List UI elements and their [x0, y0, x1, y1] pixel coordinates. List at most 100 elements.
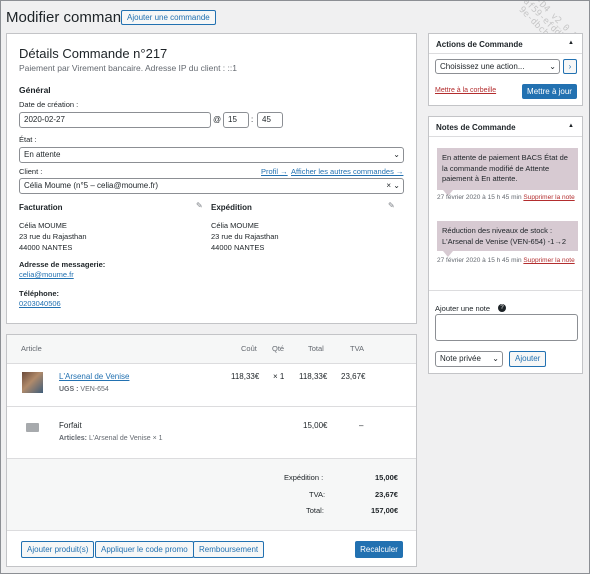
order-actions-panel: Actions de Commande ▲ Choisissez une act…	[428, 33, 583, 106]
divider	[7, 363, 416, 364]
client-label: Client :	[19, 167, 43, 176]
totals-tva-label: TVA:	[309, 490, 326, 499]
order-items-panel: Article Coût Qté Total TVA L'Arsenal de …	[6, 334, 417, 567]
hour-field[interactable]: 15	[223, 112, 249, 128]
totals-shipping-value: 15,00€	[375, 473, 398, 482]
articles-value: L'Arsenal de Venise × 1	[88, 435, 163, 442]
shipping-line-tva: –	[359, 421, 364, 430]
shipping-street: 23 rue du Rajasthan	[211, 232, 279, 241]
col-qty: Qté	[272, 344, 285, 353]
chevron-down-icon: ⌄	[549, 62, 556, 71]
chevron-down-icon: ⌄	[492, 354, 499, 363]
edit-shipping-icon[interactable]: ✎	[388, 201, 395, 210]
refund-button[interactable]: Remboursement	[193, 541, 265, 558]
totals-total-label: Total:	[306, 506, 324, 515]
billing-name: Célia MOUME	[19, 221, 67, 230]
trash-link[interactable]: Mettre à la corbeille	[435, 87, 496, 94]
product-qty: × 1	[273, 372, 285, 381]
col-total: Total	[308, 344, 324, 353]
delete-note-link[interactable]: Supprimer la note	[523, 194, 574, 201]
at-sign: @	[213, 115, 222, 124]
notes-title: Notes de Commande	[436, 123, 516, 132]
email-label: Adresse de messagerie:	[19, 260, 106, 269]
actions-title: Actions de Commande	[436, 40, 523, 49]
edit-billing-icon[interactable]: ✎	[196, 201, 203, 210]
billing-heading: Facturation	[19, 203, 63, 212]
product-total: 118,33€	[299, 372, 328, 381]
order-notes-panel: Notes de Commande ▲ En attente de paieme…	[428, 116, 583, 374]
status-select[interactable]: En attente ⌄	[19, 147, 404, 163]
profile-link[interactable]: Profil →	[261, 167, 288, 176]
clear-icon[interactable]: ×	[386, 179, 391, 193]
add-note-label: Ajouter une note	[435, 304, 491, 313]
add-note-button[interactable]: Ajouter	[509, 351, 547, 367]
email-link[interactable]: celia@moume.fr	[19, 270, 74, 279]
help-icon[interactable]: ?	[498, 304, 506, 312]
action-select-value: Choisissez une action...	[440, 62, 525, 71]
shipping-line-total: 15,00€	[303, 421, 328, 430]
note-item: Réduction des niveaux de stock : L'Arsen…	[437, 221, 578, 251]
shipping-heading: Expédition	[211, 203, 252, 212]
product-thumbnail	[22, 372, 43, 393]
totals-shipping-label: Expédition :	[284, 473, 324, 482]
date-label: Date de création :	[19, 100, 79, 109]
general-heading: Général	[19, 85, 51, 95]
note-meta: 27 février 2020 à 15 h 45 min Supprimer …	[437, 194, 582, 203]
totals-tva-value: 23,67€	[375, 490, 398, 499]
collapse-icon[interactable]: ▲	[568, 123, 574, 129]
shipping-city: 44000 NANTES	[211, 243, 265, 252]
sku-value: VEN-654	[80, 386, 109, 393]
add-products-button[interactable]: Ajouter produit(s)	[21, 541, 95, 558]
divider	[429, 290, 582, 291]
other-orders-link[interactable]: Afficher les autres commandes →	[291, 167, 403, 176]
col-cost: Coût	[241, 344, 257, 353]
client-value: Célia Moume (n°5 – celia@moume.fr)	[24, 181, 159, 190]
update-button[interactable]: Mettre à jour	[522, 84, 577, 99]
divider	[7, 406, 416, 407]
product-cost: 118,33€	[231, 372, 260, 381]
phone-label: Téléphone:	[19, 289, 60, 298]
billing-street: 23 rue du Rajasthan	[19, 232, 87, 241]
product-tva: 23,67€	[341, 372, 366, 381]
order-details-panel: Détails Commande n°217 Paiement par Vire…	[6, 33, 417, 324]
collapse-icon[interactable]: ▲	[568, 40, 574, 46]
delete-note-link[interactable]: Supprimer la note	[523, 257, 574, 264]
apply-action-button[interactable]: ›	[563, 59, 577, 74]
col-article: Article	[21, 344, 42, 353]
note-textarea[interactable]	[435, 314, 578, 341]
recalculate-button[interactable]: Recalculer	[355, 541, 403, 558]
note-item: En attente de paiement BACS État de la c…	[437, 148, 578, 190]
truck-icon	[26, 423, 39, 432]
status-value: En attente	[24, 150, 61, 159]
chevron-down-icon: ⌄	[393, 150, 400, 159]
divider	[7, 530, 416, 531]
add-order-button[interactable]: Ajouter une commande	[121, 10, 216, 25]
note-date: 27 février 2020 à 15 h 45 min	[437, 194, 522, 201]
page-title: Modifier commande	[6, 9, 138, 26]
apply-coupon-button[interactable]: Appliquer le code promo	[95, 541, 194, 558]
phone-link[interactable]: 0203040506	[19, 299, 61, 308]
order-subtitle: Paiement par Virement bancaire. Adresse …	[19, 63, 237, 73]
note-meta: 27 février 2020 à 15 h 45 min Supprimer …	[437, 257, 582, 266]
date-field[interactable]: 2020-02-27	[19, 112, 211, 128]
note-type-select[interactable]: Note privée ⌄	[435, 351, 503, 367]
totals-total-value: 157,00€	[371, 506, 399, 515]
col-tva: TVA	[350, 344, 365, 353]
note-date: 27 février 2020 à 15 h 45 min	[437, 257, 522, 264]
divider	[429, 136, 582, 137]
billing-city: 44000 NANTES	[19, 243, 73, 252]
shipping-name: Célia MOUME	[211, 221, 259, 230]
totals-area	[7, 459, 416, 530]
client-select[interactable]: Célia Moume (n°5 – celia@moume.fr) × ⌄	[19, 178, 404, 194]
minute-field[interactable]: 45	[257, 112, 283, 128]
divider	[429, 53, 582, 54]
status-label: État :	[19, 135, 37, 144]
chevron-down-icon: ⌄	[393, 181, 400, 190]
time-colon: :	[251, 115, 254, 124]
product-name-link[interactable]: L'Arsenal de Venise	[59, 372, 129, 381]
order-title: Détails Commande n°217	[19, 46, 168, 61]
articles-label: Articles:	[59, 435, 88, 442]
note-type-value: Note privée	[440, 354, 481, 363]
action-select[interactable]: Choisissez une action... ⌄	[435, 59, 560, 74]
shipping-line-name: Forfait	[59, 421, 82, 430]
